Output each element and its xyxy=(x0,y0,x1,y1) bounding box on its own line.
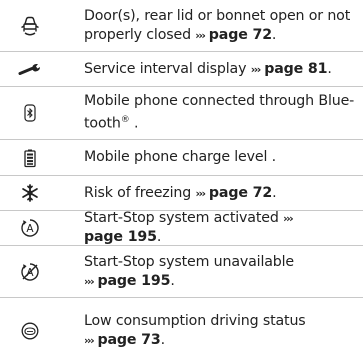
row-suffix: . xyxy=(271,26,277,43)
row-suffix: . xyxy=(156,229,162,245)
snowflake-icon xyxy=(0,176,60,210)
eco-leaf-icon xyxy=(0,298,60,363)
row-suffix: . xyxy=(170,272,175,289)
ref-arrows: ››› xyxy=(195,28,206,42)
table-row: Mobile phone charge level . xyxy=(0,140,363,176)
row-description: Mobile phone charge level . xyxy=(84,148,276,167)
page-ref-link[interactable]: page 195 xyxy=(97,273,170,289)
table-row: A Start-Stop system activated ››› page 1… xyxy=(0,209,363,247)
row-text: Mobile phone connected through Blue- xyxy=(84,93,355,110)
row-suffix: . xyxy=(160,331,166,348)
row-text: Mobile phone charge level . xyxy=(84,149,276,165)
phone-battery-icon xyxy=(0,140,60,175)
row-description: Door(s), rear lid or bonnet open or not … xyxy=(84,7,359,45)
row-text: Start-Stop system activated xyxy=(84,210,279,226)
table-row: Service interval display ››› page 81. xyxy=(0,52,363,87)
indicator-lamps-table: Door(s), rear lid or bonnet open or not … xyxy=(0,0,363,363)
svg-text:A: A xyxy=(26,223,34,235)
row-suffix: . xyxy=(327,60,332,77)
table-row: Mobile phone connected through Blue- too… xyxy=(0,87,363,140)
start-stop-unavailable-icon: A xyxy=(0,246,60,297)
table-row: Risk of freezing ››› page 72. xyxy=(0,176,363,211)
wrench-icon xyxy=(0,52,60,86)
registered-mark: ® xyxy=(120,115,130,126)
row-description: Start-Stop system unavailable ››› page 1… xyxy=(84,253,294,291)
row-text: Risk of freezing xyxy=(84,184,192,201)
row-text: Service interval display xyxy=(84,60,247,77)
row-description: Service interval display ››› page 81. xyxy=(84,60,332,79)
ref-arrows: ››› xyxy=(84,333,95,347)
row-suffix: . xyxy=(272,184,277,201)
bluetooth-phone-icon xyxy=(0,87,60,139)
page-ref-link[interactable]: page 72 xyxy=(209,185,272,201)
row-description: Low consumption driving status ››› page … xyxy=(84,312,306,350)
row-text: Low consumption driving status xyxy=(84,312,306,329)
row-description: Mobile phone connected through Blue- too… xyxy=(84,92,354,134)
ref-arrows: ››› xyxy=(195,186,206,200)
table-row: Low consumption driving status ››› page … xyxy=(0,298,363,363)
row-text: Start-Stop system unavailable xyxy=(84,253,295,270)
ref-arrows: ››› xyxy=(84,274,95,288)
row-suffix: . xyxy=(129,115,139,132)
page-ref-link[interactable]: page 72 xyxy=(209,27,272,43)
ref-arrows: ››› xyxy=(250,62,262,76)
row-description: Risk of freezing ››› page 72. xyxy=(84,184,277,203)
table-row: Door(s), rear lid or bonnet open or not … xyxy=(0,0,363,52)
ref-arrows: ››› xyxy=(283,212,294,225)
row-text-continued: tooth xyxy=(84,115,121,132)
page-ref-link[interactable]: page 73 xyxy=(97,332,160,348)
page-ref-link[interactable]: page 81 xyxy=(264,61,327,77)
start-stop-active-icon: A xyxy=(0,211,60,245)
table-row: A Start-Stop system unavailable ››› page… xyxy=(0,246,363,298)
row-description: Start-Stop system activated ››› page 195… xyxy=(84,209,359,247)
open-door-car-icon xyxy=(0,0,60,51)
page-ref-link[interactable]: page 195 xyxy=(84,229,157,245)
